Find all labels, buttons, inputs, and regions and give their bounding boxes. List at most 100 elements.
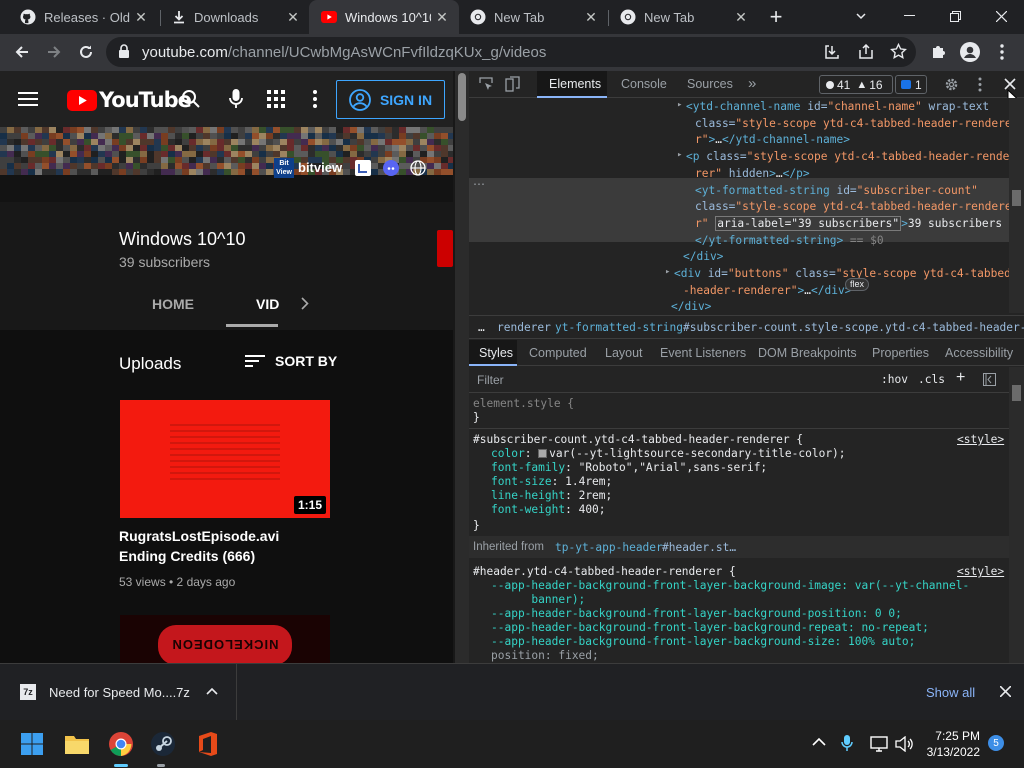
subtab-styles[interactable]: Styles [469,340,517,366]
close-window-button[interactable] [978,0,1024,32]
video-thumbnail[interactable]: 1:15 [120,400,330,518]
devtools-tab-console[interactable]: Console [621,77,667,91]
network-icon[interactable] [870,736,888,752]
inspect-element-icon[interactable] [479,77,494,92]
css-declaration[interactable]: --app-header-background-front-layer-back… [491,621,929,634]
download-item[interactable]: 7z Need for Speed Mo....7z [0,664,237,720]
subscribe-button[interactable] [437,230,453,267]
minimize-button[interactable] [886,0,932,32]
page-scrollbar-thumb[interactable] [458,73,466,121]
css-declaration[interactable]: font-weight: 400; [491,503,606,516]
tab-videos[interactable]: VID [256,296,279,312]
close-tab-icon[interactable]: ✕ [282,6,304,28]
dom-line[interactable]: r">…</ytd-channel-name> [695,133,850,146]
restore-button[interactable] [932,0,978,32]
dom-line[interactable]: -header-renderer">…</div> [683,284,851,297]
css-declaration[interactable]: --app-header-background-front-layer-back… [491,579,969,592]
breadcrumb-ellipsis[interactable]: … [478,321,485,334]
extensions-icon[interactable] [924,38,952,66]
install-app-icon[interactable] [824,44,840,60]
link-site-icon[interactable] [355,160,371,176]
video-title[interactable]: RugratsLostEpisode.avi Ending Credits (6… [119,526,279,566]
dom-tree[interactable]: ⋯ ▸ <ytd-channel-name id="channel-name" w… [469,98,1009,313]
css-declaration[interactable]: --app-header-background-front-layer-back… [491,607,902,620]
search-icon[interactable] [181,89,201,109]
dom-line[interactable]: ▸ <ytd-channel-name id="channel-name" wra… [677,100,989,113]
profile-avatar[interactable] [956,38,984,66]
css-declaration[interactable]: font-size: 1.4rem; [491,475,612,488]
microphone-icon[interactable] [229,88,243,110]
expand-arrow-icon[interactable]: ▸ [677,100,682,110]
video-thumbnail-2[interactable]: NICKELODEON [120,615,330,663]
windows-start-icon[interactable] [21,733,43,755]
notification-badge[interactable]: 5 [988,735,1004,751]
subtab-properties[interactable]: Properties [872,346,929,360]
class-toggle[interactable]: .cls [918,373,945,386]
dom-line[interactable]: ▸ <div id="buttons" class="style-scope yt… [665,267,1009,280]
styles-scrollbar-thumb[interactable] [1012,385,1021,401]
css-declaration[interactable]: line-height: 2rem; [491,489,612,502]
expand-arrow-icon[interactable]: ▸ [677,150,682,160]
tab-newtab-1[interactable]: New Tab ✕ [458,0,608,34]
styles-scrollbar[interactable] [1009,367,1024,663]
inherited-link[interactable]: tp-yt-app-header [555,541,663,554]
new-style-rule-icon[interactable]: + [956,369,965,387]
dom-line[interactable]: rer" hidden>…</p> [695,167,810,180]
close-tab-icon[interactable]: ✕ [580,6,602,28]
tray-overflow-chevron-icon[interactable] [812,737,826,746]
chevron-right-icon[interactable] [301,297,309,310]
chevron-up-icon[interactable] [206,687,218,695]
close-tab-icon[interactable]: ✕ [431,6,453,28]
apps-grid-icon[interactable] [267,90,285,108]
new-tab-button[interactable]: + [762,4,790,29]
show-all-downloads-link[interactable]: Show all [926,685,975,700]
dom-line[interactable]: class="style-scope ytd-c4-tabbed-header-… [695,200,1009,213]
css-declaration[interactable]: color: var(--yt-lightsource-secondary-ti… [491,447,846,460]
color-swatch[interactable] [538,449,548,458]
subtab-computed[interactable]: Computed [529,346,587,360]
rule2-source-link[interactable]: <style> [957,565,1004,578]
tab-youtube[interactable]: Windows 10^10 ✕ [309,0,459,34]
chrome-taskbar-icon[interactable] [108,731,134,757]
devtools-menu-icon[interactable] [978,77,982,92]
page-scrollbar[interactable] [455,71,469,663]
devtools-tab-elements[interactable]: Elements [537,71,607,98]
globe-icon[interactable] [410,160,426,176]
dom-line[interactable]: </yt-formatted-string> == $0 [695,234,884,247]
more-options-icon[interactable] [313,90,317,108]
toggle-sidebar-icon[interactable] [983,373,996,386]
volume-icon[interactable] [895,736,913,752]
expand-arrow-icon[interactable]: ▸ [665,267,670,277]
more-tabs-icon[interactable]: » [748,75,756,92]
hover-state-toggle[interactable]: :hov [881,373,908,386]
flex-badge[interactable]: flex [845,278,870,291]
subtab-layout[interactable]: Layout [605,346,643,360]
url-text[interactable]: youtube.com/channel/UCwbMgAsWCnFvfIldzqK… [142,44,546,61]
tab-newtab-2[interactable]: New Tab ✕ [608,0,758,34]
element-style-rule[interactable]: element.style { [473,397,574,410]
dom-line[interactable]: <yt-formatted-string id="subscriber-coun… [695,184,978,197]
bookmark-star-icon[interactable] [890,43,907,60]
sign-in-button[interactable]: SIGN IN [336,80,445,119]
settings-gear-icon[interactable] [944,77,959,92]
messages-counter[interactable]: 1 [895,75,927,94]
tray-microphone-icon[interactable] [841,734,853,752]
file-explorer-icon[interactable] [64,733,90,755]
subtab-event-listeners[interactable]: Event Listeners [660,346,746,360]
css-declaration[interactable]: font-family: "Roboto","Arial",sans-serif… [491,461,767,474]
forward-button[interactable] [40,38,68,66]
styles-filter-input[interactable]: Filter [473,369,871,389]
css-declaration[interactable]: banner); [491,593,585,606]
node-ellipsis-icon[interactable]: ⋯ [473,177,485,191]
tab-home[interactable]: HOME [152,296,194,312]
subtab-accessibility[interactable]: Accessibility [945,346,1013,360]
dom-line[interactable]: </div> [671,300,711,313]
tab-downloads[interactable]: Downloads ✕ [160,0,310,34]
subtab-dom-breakpoints[interactable]: DOM Breakpoints [758,346,857,360]
dom-line[interactable]: class="style-scope ytd-c4-tabbed-header-… [695,117,1009,130]
reload-button[interactable] [72,38,100,66]
css-declaration[interactable]: --app-header-background-front-layer-back… [491,635,915,648]
office-icon[interactable] [196,731,220,757]
devtools-tab-sources[interactable]: Sources [687,77,733,91]
device-toolbar-icon[interactable] [505,76,520,92]
